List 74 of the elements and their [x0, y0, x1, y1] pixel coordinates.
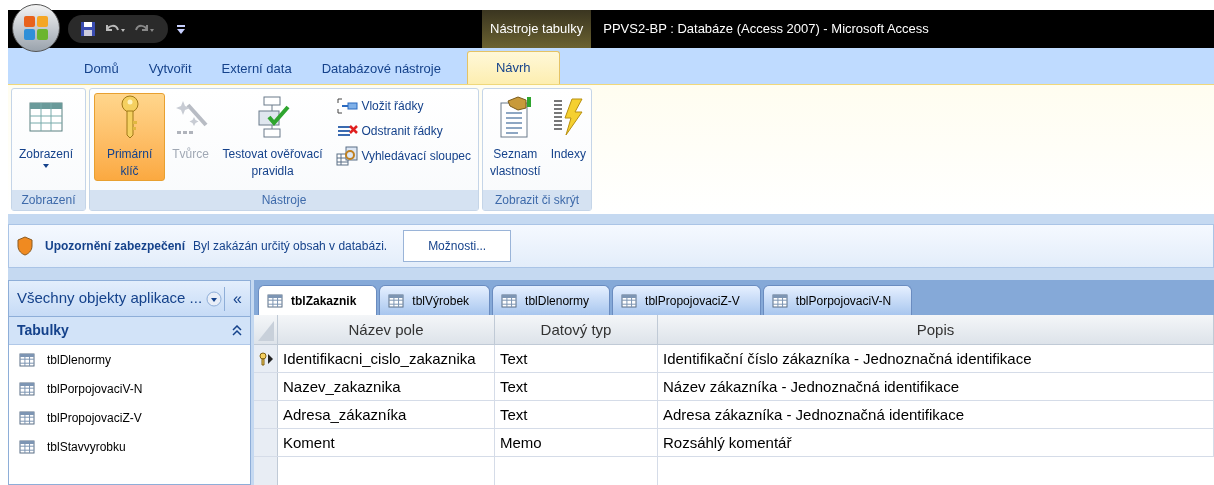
group-label: Nástroje [90, 190, 478, 210]
ribbon-button[interactable]: Seznam vlastností [487, 93, 544, 181]
ribbon-button[interactable]: Vyhledávací sloupec [333, 145, 474, 167]
table-cell: Rozsáhlý komentář [658, 429, 1214, 456]
document-tab[interactable]: tblVýrobek [379, 285, 491, 315]
table-cell: Text [495, 401, 658, 428]
options-button[interactable]: Možnosti... [403, 230, 512, 262]
office-logo-icon [23, 15, 49, 41]
nav-item[interactable]: tblPropojovaciZ-V [9, 403, 250, 432]
table-icon [19, 351, 35, 368]
lookup-column-icon [336, 146, 359, 166]
security-warning-title: Upozornění zabezpečení [45, 238, 186, 255]
table-icon [19, 438, 35, 455]
table-cell: Koment [278, 429, 495, 456]
table-cell: Text [495, 373, 658, 400]
table-icon [621, 292, 638, 309]
insert-rows-icon [336, 98, 359, 114]
table-icon [267, 292, 283, 309]
lightning-icon [552, 97, 585, 137]
table-icon [771, 292, 788, 309]
table-cell: Text [495, 345, 658, 372]
window-title: PPVS2-BP : Databáze (Access 2007) - Microsoft Access [603, 20, 929, 39]
table-cell: Adresa_zákazníka [278, 401, 495, 428]
ribbon-button[interactable]: Testovat ověřovací pravidla [215, 93, 330, 181]
table-icon [19, 409, 35, 426]
document-tab[interactable]: tblPropojovaciZ-V [612, 285, 761, 315]
ribbon-button[interactable]: Odstranit řádky [333, 120, 474, 142]
document-tab[interactable]: tblPorpojovaciV-N [762, 285, 913, 315]
table-icon [501, 292, 518, 309]
ribbon-button[interactable]: Zobrazení [16, 93, 77, 181]
property-sheet-icon [498, 95, 533, 139]
table-cell: Název zákazníka - Jednoznačná identifikace [658, 373, 1214, 400]
table-icon [388, 292, 405, 309]
column-header: Název pole [278, 315, 495, 344]
ribbon-tab[interactable]: Vytvořit [136, 54, 204, 84]
table-cell: Nazev_zakaznika [278, 373, 495, 400]
ribbon-tab[interactable]: Domů [72, 54, 131, 84]
ribbon-button[interactable]: Indexy [547, 93, 590, 181]
table-cell: Adresa zákazníka - Jednoznačná identifikace [658, 401, 1214, 428]
customize-icon[interactable] [176, 22, 186, 36]
shield-icon [17, 236, 33, 256]
group-label: Zobrazení [12, 190, 85, 210]
table-icon [19, 380, 35, 397]
ribbon-tab[interactable]: Externí data [209, 54, 304, 84]
ribbon-button[interactable]: Vložit řádky [333, 95, 474, 117]
column-header: Popis [658, 315, 1214, 344]
table-cell: Identifikační číslo zákazníka - Jednoznačná identifikace [658, 345, 1214, 372]
dropdown-icon[interactable] [206, 290, 223, 307]
row-selector[interactable] [254, 345, 278, 372]
nav-item[interactable]: tblStavvyrobku [9, 432, 250, 461]
contextual-tab-label: Nástroje tabulky [482, 10, 592, 48]
document-tab[interactable]: tblDlenormy [492, 285, 611, 315]
collapse-pane-button[interactable]: « [224, 286, 242, 311]
ribbon-tab[interactable]: Databázové nástroje [309, 54, 453, 84]
document-tab[interactable]: tblZakaznik [258, 285, 378, 315]
table-icon [29, 101, 63, 133]
key-icon [118, 95, 141, 139]
ribbon-button[interactable]: Primární klíč [94, 93, 166, 181]
column-header: Datový typ [495, 315, 658, 344]
pane-title[interactable]: Všechny objekty aplikace ... [17, 287, 203, 310]
nav-item[interactable]: tblPorpojovaciV-N [9, 374, 250, 403]
delete-rows-icon [336, 123, 359, 139]
save-icon[interactable] [80, 21, 96, 37]
current-row-icon [267, 353, 273, 364]
group-header[interactable]: Tabulky [9, 317, 250, 345]
group-label: Zobrazit či skrýt [483, 190, 591, 210]
ribbon-tab[interactable]: Návrh [466, 51, 560, 84]
collapse-icon [232, 324, 242, 337]
security-warning-message: Byl zakázán určitý obsah v databázi. [193, 238, 388, 255]
nav-item[interactable]: tblDlenormy [9, 345, 250, 374]
table-cell: Identifikacni_cislo_zakaznika [278, 345, 495, 372]
key-icon [258, 351, 267, 366]
caret-icon [42, 163, 50, 169]
table-cell: Memo [495, 429, 658, 456]
